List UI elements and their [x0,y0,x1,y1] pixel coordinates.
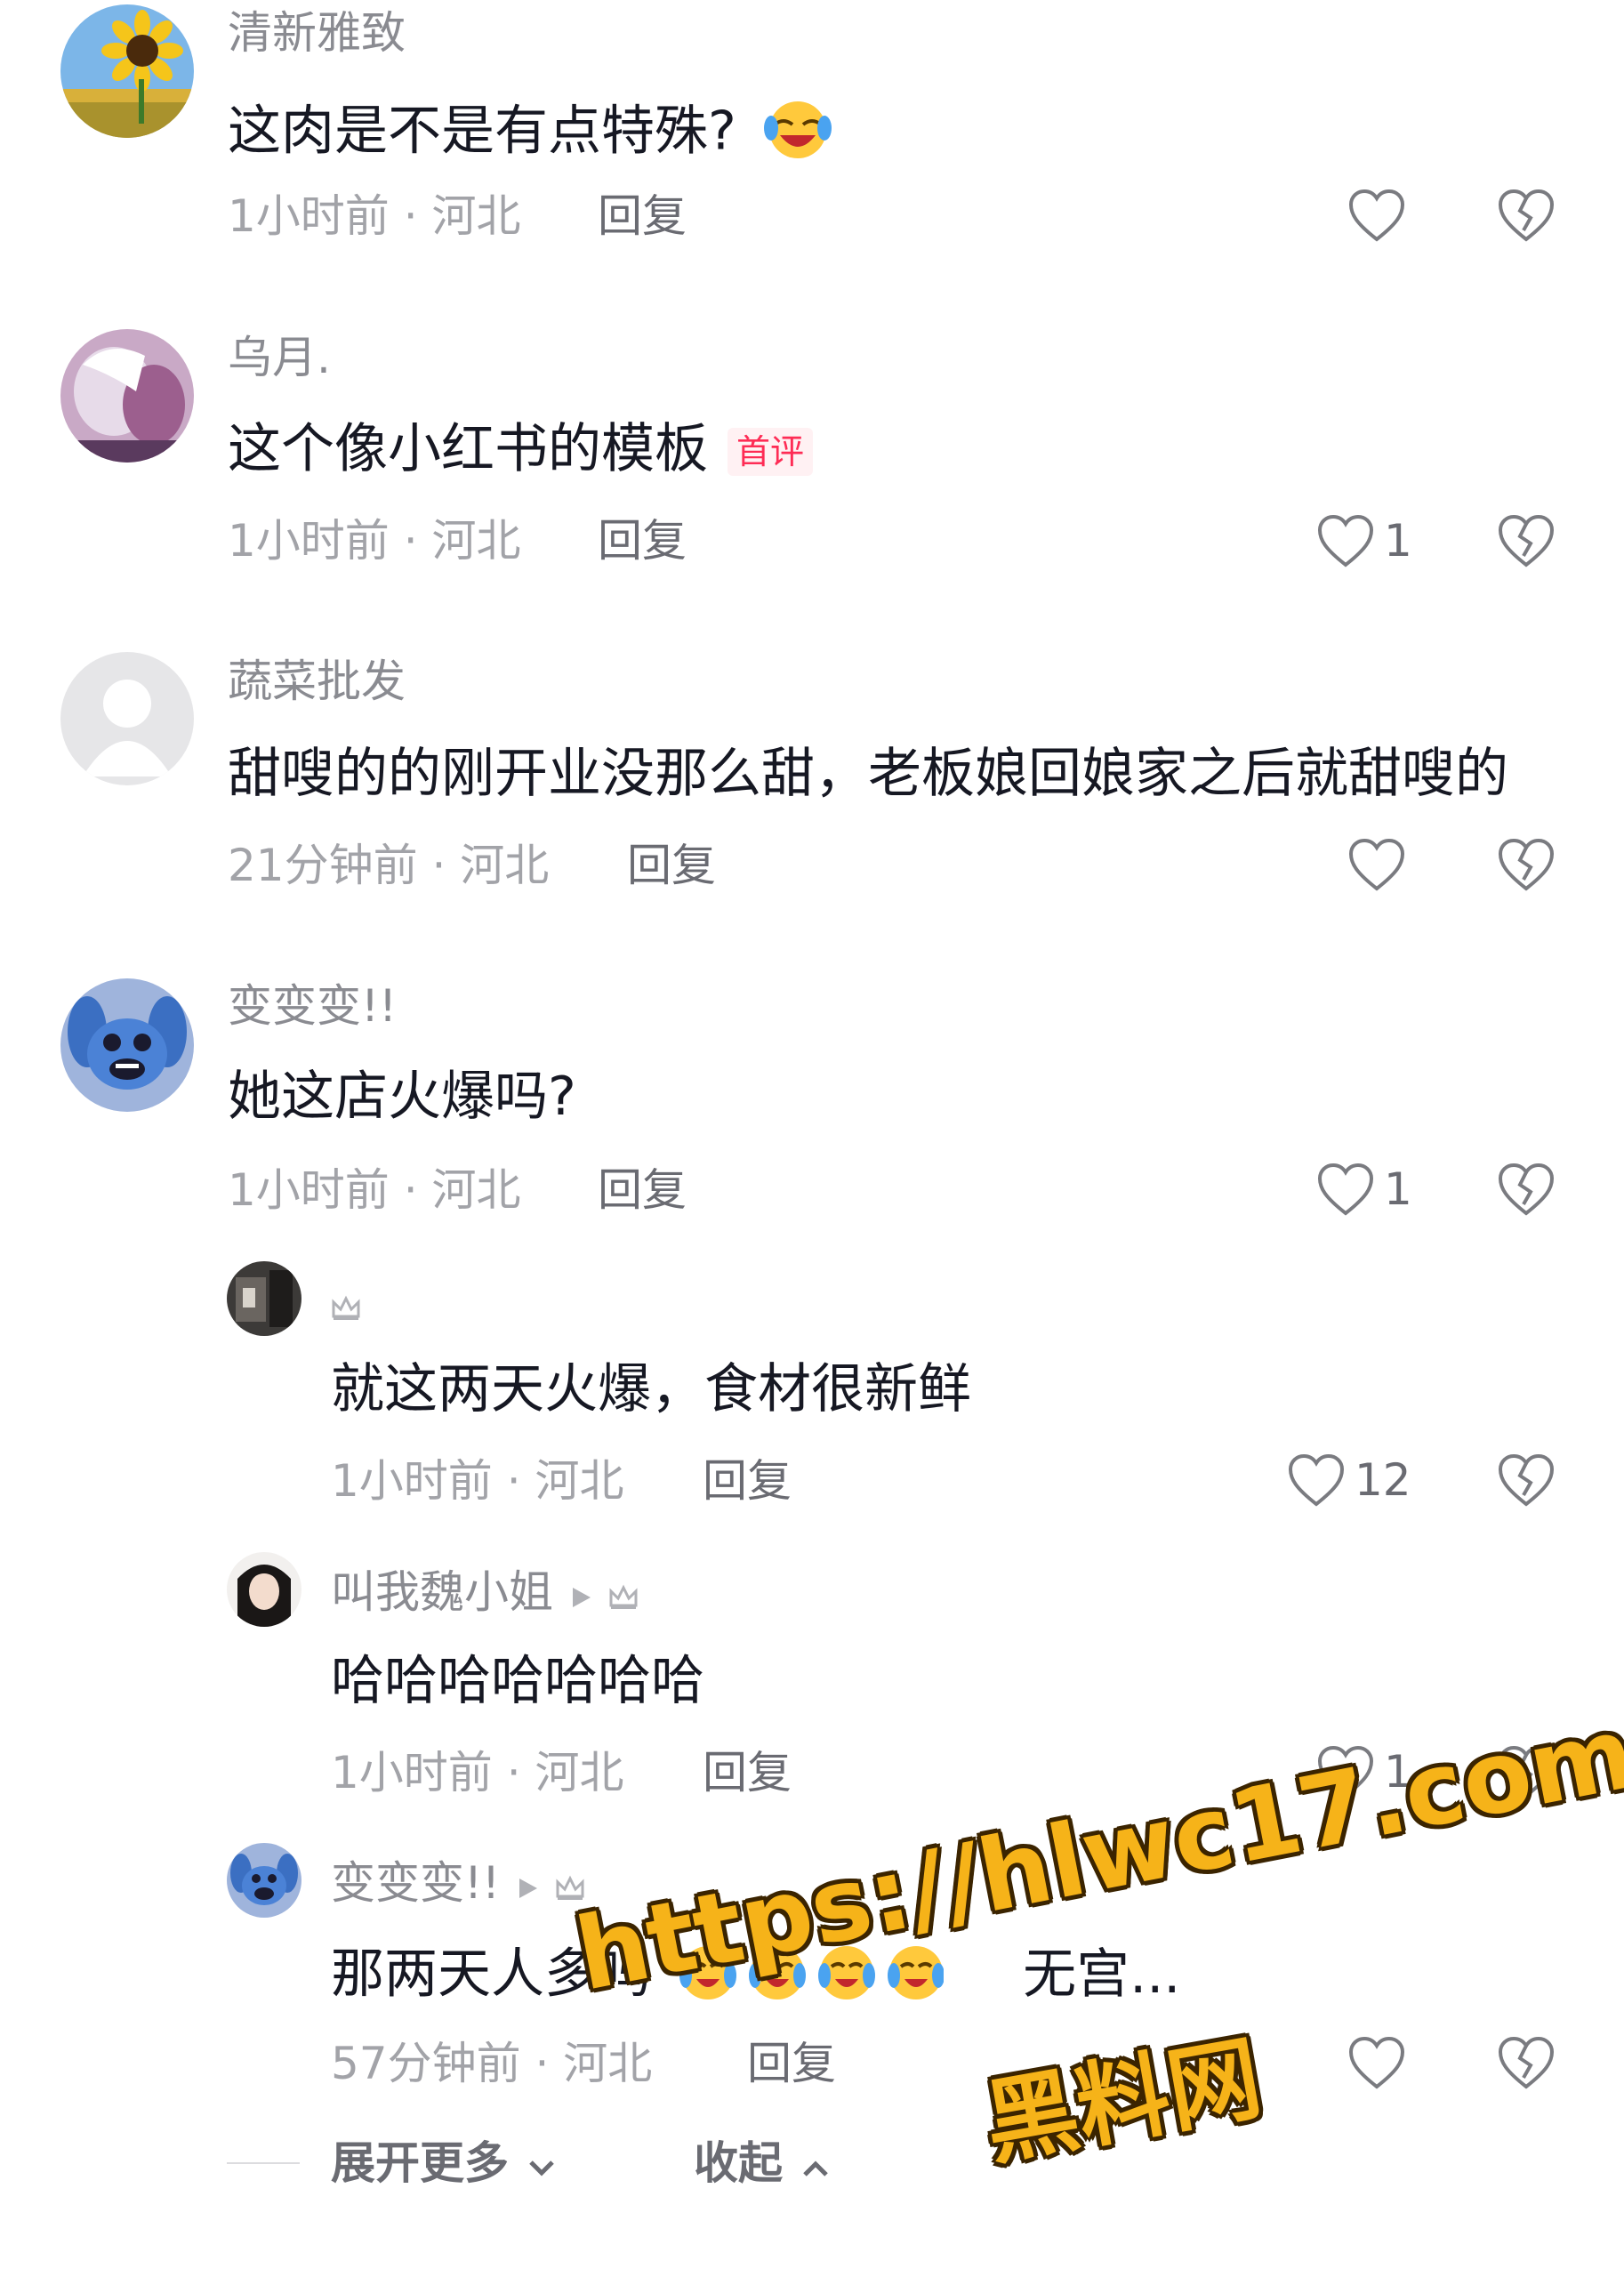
reply-button[interactable]: 回复 [598,1168,687,1212]
reply-text: 就这两天火爆，食材很新鲜 [331,1358,971,1420]
comment-text-content: 这个像小红书的模板 [228,418,708,480]
dislike-button[interactable] [1497,2035,1556,2090]
dislike-button[interactable] [1497,837,1556,892]
first-comment-badge: 首评 [728,428,814,477]
comment-username[interactable]: 变变变!! [228,984,397,1028]
comment-meta: 1小时前 · 河北 [228,1164,521,1216]
comment-text: 这肉是不是有点特殊? [228,98,833,171]
reply-button[interactable]: 回复 [703,1459,792,1503]
comment-text: 她这店火爆吗? [228,1066,576,1128]
heart-icon [1317,1163,1374,1216]
girl-photo-avatar[interactable] [227,1552,301,1627]
broken-heart-icon [1498,514,1555,567]
like-count: 1 [1384,515,1412,567]
heart-icon [1348,2036,1405,2089]
dislike-button[interactable] [1497,188,1556,243]
like-button[interactable]: 12 [1287,1449,1411,1511]
reply-to-arrow-icon [514,1864,541,1909]
broken-heart-icon [1498,189,1555,242]
broken-heart-icon [1498,838,1555,891]
reply-username [331,1281,361,1329]
like-count: 12 [1355,1454,1411,1506]
expand-more-button[interactable]: 展开更多 [331,2141,559,2189]
like-button[interactable] [1347,833,1415,896]
stitch-avatar[interactable] [227,1843,301,1918]
like-button[interactable] [1347,2032,1415,2094]
crown-icon [608,1573,639,1618]
default-user-avatar[interactable] [60,652,194,785]
reply-button[interactable]: 回复 [703,1750,792,1795]
crown-icon [331,1284,361,1329]
watermark-name: 黑料网 [977,2023,1269,2179]
reply-meta: 1小时前 · 河北 [331,1747,624,1798]
reply-button[interactable]: 回复 [598,194,687,238]
sunflower-avatar[interactable] [60,4,194,138]
broken-heart-icon [1498,1453,1555,1507]
dislike-button[interactable] [1497,1162,1556,1217]
comment-text-content: 这肉是不是有点特殊? [228,100,736,163]
heart-icon [1288,1453,1345,1507]
reply-meta: 57分钟前 · 河北 [331,2038,653,2089]
broken-heart-icon [1498,2036,1555,2089]
reply-trailing-text: 无宫... [1023,1943,1181,2006]
chevron-down-icon [524,2144,559,2189]
expand-divider [227,2162,300,2164]
laughing-crying-emoji-icon [762,98,833,171]
reply-text: 哈哈哈哈哈哈哈 [331,1650,704,1712]
reply-username: 叫我魏小姐 [331,1570,639,1618]
anime-couple-avatar[interactable] [60,329,194,463]
comment-meta: 1小时前 · 河北 [228,190,521,242]
heart-icon [1348,838,1405,891]
stitch-avatar[interactable] [60,978,194,1112]
comment-meta: 21分钟前 · 河北 [228,840,550,891]
reply-to-arrow-icon [567,1573,594,1618]
comment-text: 甜嗖的的刚开业没那么甜，老板娘回娘家之后就甜嗖的 [228,743,1508,805]
like-button[interactable] [1347,184,1415,246]
reply-button[interactable]: 回复 [627,843,716,888]
reply-username: 变变变!! [331,1861,585,1909]
reply-button[interactable]: 回复 [747,2041,836,2086]
heart-icon [1317,514,1374,567]
reply-button[interactable]: 回复 [598,519,687,563]
dislike-button[interactable] [1497,513,1556,568]
comment-text: 这个像小红书的模板 首评 [228,422,814,477]
heart-icon [1348,189,1405,242]
comment-username[interactable]: 清新雅致 [228,11,406,55]
dark-photo-avatar[interactable] [227,1261,301,1336]
like-button[interactable]: 1 [1316,510,1412,572]
collapse-button[interactable]: 收起 [694,2141,833,2189]
dislike-button[interactable] [1497,1452,1556,1508]
like-button[interactable]: 1 [1316,1158,1412,1220]
comment-username[interactable]: 乌月. [228,335,331,380]
broken-heart-icon [1498,1163,1555,1216]
comment-meta: 1小时前 · 河北 [228,515,521,567]
like-count: 1 [1384,1163,1412,1215]
comment-username[interactable]: 蔬菜批发 [228,659,406,704]
chevron-up-icon [798,2144,833,2189]
reply-meta: 1小时前 · 河北 [331,1455,624,1507]
